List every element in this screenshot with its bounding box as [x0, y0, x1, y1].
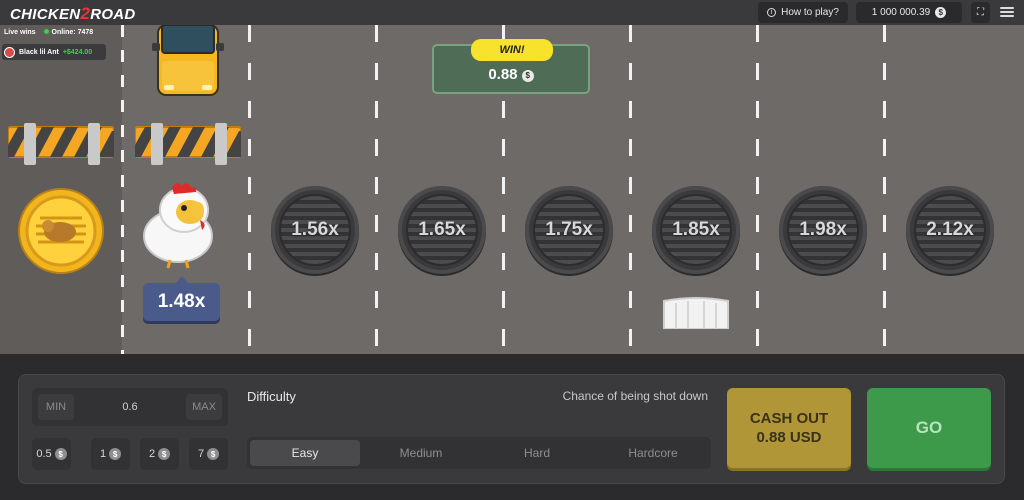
multiplier-label: 1.56x: [291, 219, 339, 240]
difficulty-tab-hard[interactable]: Hard: [482, 440, 592, 466]
dollar-coin-icon: $: [54, 448, 67, 460]
quick-bet-button[interactable]: 7 $: [189, 438, 228, 470]
lane-line: [756, 25, 759, 354]
gold-coin-icon: [18, 188, 104, 274]
game-app: CHICKEN2ROAD i How to play? 1 000 000.39…: [0, 0, 1024, 500]
barrier-icon: [135, 123, 241, 165]
cash-out-button[interactable]: CASH OUT 0.88 USD: [727, 388, 851, 468]
manhole-step[interactable]: 1.85x: [652, 186, 740, 274]
live-wins-label: Live wins: [4, 29, 36, 36]
multiplier-label: 1.85x: [672, 219, 720, 240]
cash-out-label: CASH OUT: [749, 410, 829, 427]
manhole-step[interactable]: 2.12x: [906, 186, 994, 274]
manhole-step[interactable]: 1.65x: [398, 186, 486, 274]
lane-line: [629, 25, 632, 354]
dollar-coin-icon: $: [109, 448, 122, 460]
game-logo: CHICKEN2ROAD: [10, 4, 136, 23]
lane-line: [248, 25, 251, 354]
multiplier-label: 1.75x: [545, 219, 593, 240]
manhole-step[interactable]: 1.56x: [271, 186, 359, 274]
quick-bet-button[interactable]: 0.5 $: [32, 438, 71, 470]
car-icon: [152, 25, 224, 96]
difficulty-label: Difficulty: [247, 389, 296, 404]
difficulty-selector: Easy Medium Hard Hardcore: [247, 437, 711, 469]
live-wins-bar: Live wins Online: 7478: [4, 29, 93, 36]
win-notification: WIN! 0.88 $: [432, 39, 590, 94]
min-bet-button[interactable]: MIN: [38, 394, 74, 420]
dollar-coin-icon: $: [158, 448, 171, 460]
online-count: Online: 7478: [43, 29, 93, 36]
balance-display: 1 000 000.39 $: [856, 2, 962, 23]
top-bar: CHICKEN2ROAD i How to play? 1 000 000.39…: [0, 0, 1024, 25]
info-icon: i: [767, 8, 777, 17]
go-button[interactable]: GO: [867, 388, 991, 468]
dollar-coin-icon: $: [935, 7, 947, 18]
quick-bet-button[interactable]: 1 $: [91, 438, 130, 470]
bet-amount-control: MIN 0.6 MAX: [32, 388, 228, 426]
online-dot-icon: [43, 29, 49, 34]
fullscreen-button[interactable]: ⛶: [971, 2, 990, 23]
multiplier-label: 1.98x: [799, 219, 847, 240]
multiplier-label: 2.12x: [926, 219, 974, 240]
winner-amount: +$424.00: [62, 48, 93, 56]
manhole-step[interactable]: 1.98x: [779, 186, 867, 274]
barrier-icon: [8, 123, 114, 165]
current-multiplier-tag: 1.48x: [143, 276, 220, 321]
truck-icon: [663, 297, 729, 329]
how-to-play-button[interactable]: i How to play?: [758, 2, 848, 23]
lane-line: [883, 25, 886, 354]
chicken-icon: [143, 183, 213, 269]
fullscreen-icon: ⛶: [977, 7, 984, 18]
winner-name: Black lil Ant: [19, 48, 59, 56]
dollar-coin-icon: $: [207, 448, 220, 460]
win-badge: WIN!: [471, 39, 553, 61]
difficulty-tab-easy[interactable]: Easy: [250, 440, 360, 466]
live-win-entry: Black lil Ant +$424.00: [2, 44, 106, 60]
max-bet-button[interactable]: MAX: [186, 394, 222, 420]
hamburger-menu-icon[interactable]: [1000, 4, 1014, 20]
cash-out-amount: 0.88 USD: [756, 429, 822, 446]
difficulty-tab-hardcore[interactable]: Hardcore: [598, 440, 708, 466]
multiplier-label: 1.65x: [418, 219, 466, 240]
chance-label: Chance of being shot down: [562, 389, 708, 403]
difficulty-tab-medium[interactable]: Medium: [366, 440, 476, 466]
quick-bet-button[interactable]: 2 $: [140, 438, 179, 470]
lane-line: [121, 25, 124, 354]
how-to-play-label: How to play?: [781, 7, 839, 18]
dollar-coin-icon: $: [521, 69, 534, 82]
bet-amount-input[interactable]: 0.6: [76, 394, 184, 420]
lane-line: [375, 25, 378, 354]
manhole-step[interactable]: 1.75x: [525, 186, 613, 274]
win-amount: 0.88 $: [434, 66, 588, 83]
avatar: [4, 46, 15, 58]
balance-value: 1 000 000.39: [871, 7, 931, 18]
